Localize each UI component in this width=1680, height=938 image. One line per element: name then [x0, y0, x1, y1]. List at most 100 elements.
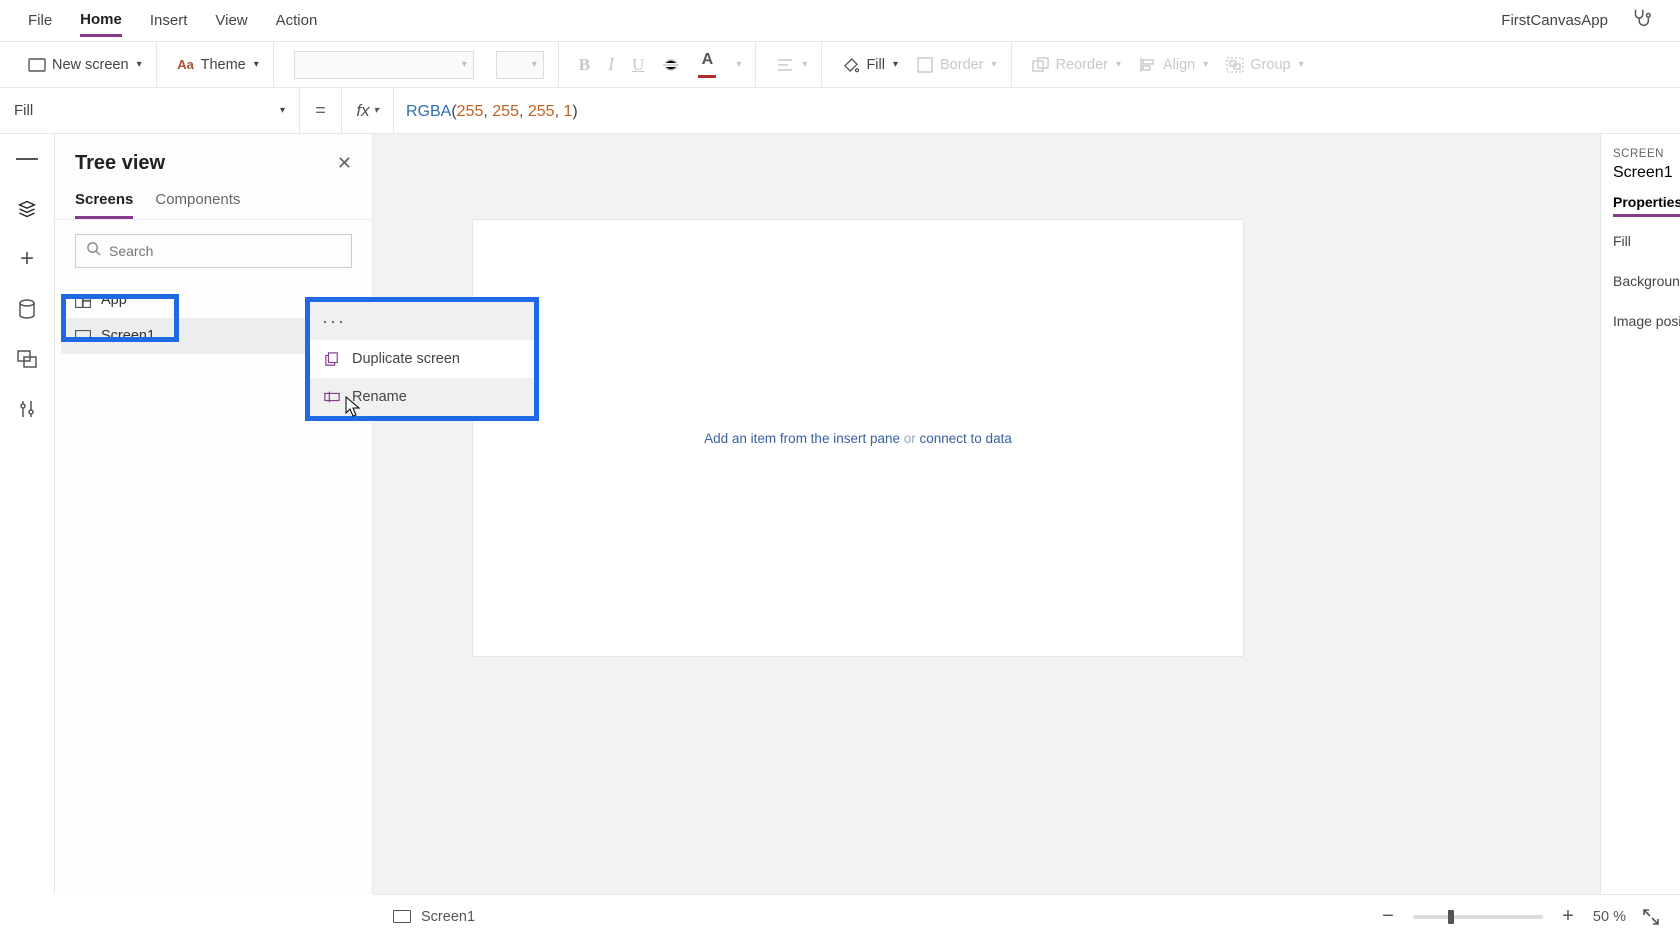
menu-file[interactable]: File	[28, 6, 52, 35]
theme-button[interactable]: Aa Theme ▾	[177, 56, 259, 74]
zoom-in-button[interactable]: +	[1559, 905, 1577, 928]
search-input-container[interactable]	[75, 234, 352, 268]
border-icon	[916, 56, 934, 74]
properties-panel: SCREEN Screen1 Properties Fill Backgroun…	[1600, 134, 1680, 894]
insert-icon[interactable]: +	[16, 248, 38, 270]
search-icon	[86, 241, 101, 261]
fill-button[interactable]: Fill ▾	[842, 56, 898, 74]
align-button[interactable]: Align ▾	[1139, 56, 1208, 74]
group-label: Group	[1250, 57, 1290, 73]
theme-label: Theme	[201, 57, 246, 73]
group-icon	[1226, 56, 1244, 74]
cursor-icon	[343, 395, 363, 424]
bold-button[interactable]: B	[579, 55, 590, 75]
formula-input[interactable]: RGBA(255, 255, 255, 1)	[394, 101, 1680, 121]
property-select[interactable]: Fill ▾	[0, 88, 300, 134]
property-fill[interactable]: Fill	[1613, 233, 1668, 249]
property-background[interactable]: Background	[1613, 273, 1668, 289]
align-label: Align	[1163, 57, 1195, 73]
reorder-label: Reorder	[1056, 57, 1108, 73]
text-align-button[interactable]: ▾	[776, 58, 807, 72]
tree-item-screen1-label: Screen1	[101, 328, 155, 344]
screen-icon	[28, 56, 46, 74]
underline-button[interactable]: U	[632, 55, 644, 75]
status-screen-label: Screen1	[421, 909, 475, 925]
canvas-hint-data-link[interactable]: connect to data	[920, 431, 1012, 446]
highlight-box-context-menu: ··· Duplicate screen Rename	[305, 297, 539, 421]
chevron-down-icon: ▾	[374, 105, 379, 116]
font-family-select[interactable]: ▾	[294, 51, 474, 79]
zoom-slider-thumb[interactable]	[1448, 910, 1454, 924]
properties-tab[interactable]: Properties	[1613, 194, 1680, 217]
font-color-bar	[698, 75, 716, 78]
menu-insert[interactable]: Insert	[150, 6, 188, 35]
chevron-down-icon: ▾	[802, 59, 807, 70]
canvas-hint: Add an item from the insert pane or conn…	[704, 431, 1012, 446]
menu-home[interactable]: Home	[80, 5, 122, 37]
chevron-down-icon: ▾	[1299, 59, 1304, 70]
advanced-tools-icon[interactable]	[16, 398, 38, 420]
menu-action[interactable]: Action	[276, 6, 318, 35]
properties-name: Screen1	[1613, 164, 1668, 182]
font-color-button[interactable]: A	[698, 52, 716, 78]
app-icon	[75, 294, 91, 306]
tree-view-icon[interactable]	[16, 198, 38, 220]
left-rail: +	[0, 134, 55, 894]
property-image-position[interactable]: Image posit	[1613, 313, 1668, 329]
tab-screens[interactable]: Screens	[75, 191, 133, 219]
font-color-a-icon: A	[702, 52, 714, 68]
zoom-out-button[interactable]: −	[1379, 905, 1397, 928]
close-icon[interactable]: ✕	[337, 153, 352, 174]
reorder-icon	[1032, 56, 1050, 74]
tree-view-title: Tree view	[75, 152, 165, 175]
fx-label: fx	[356, 101, 369, 121]
chevron-down-icon: ▾	[992, 59, 997, 70]
data-icon[interactable]	[16, 298, 38, 320]
chevron-down-icon: ▾	[280, 105, 285, 116]
font-size-select[interactable]: ▾	[496, 51, 544, 79]
new-screen-button[interactable]: New screen ▾	[28, 56, 142, 74]
formula-arg3: 255	[528, 103, 555, 120]
chevron-down-icon: ▾	[532, 59, 537, 70]
formula-fn: RGBA	[406, 103, 451, 120]
chevron-down-icon: ▾	[1116, 59, 1121, 70]
context-item-duplicate-label: Duplicate screen	[352, 351, 460, 367]
strikethrough-button[interactable]	[662, 58, 680, 72]
canvas-hint-or: or	[900, 431, 920, 446]
chevron-down-icon: ▾	[462, 59, 467, 70]
context-item-duplicate[interactable]: Duplicate screen	[310, 340, 534, 378]
canvas-hint-insert-link[interactable]: Add an item from the insert pane	[704, 431, 900, 446]
hamburger-icon[interactable]	[16, 148, 38, 170]
chevron-down-icon: ▾	[254, 59, 259, 70]
group-button[interactable]: Group ▾	[1226, 56, 1303, 74]
properties-type-label: SCREEN	[1613, 148, 1668, 160]
status-bar: Screen1 − + 50 %	[373, 894, 1680, 938]
chevron-down-icon: ▾	[1203, 59, 1208, 70]
formula-arg1: 255	[457, 103, 484, 120]
zoom-slider[interactable]	[1413, 915, 1543, 919]
italic-button[interactable]: I	[608, 54, 614, 75]
rename-icon	[324, 389, 340, 405]
align-icon	[1139, 56, 1157, 74]
tree-item-app-label: App	[101, 292, 127, 308]
reorder-button[interactable]: Reorder ▾	[1032, 56, 1121, 74]
fit-to-window-icon[interactable]	[1642, 908, 1660, 926]
ellipsis-icon: ···	[322, 311, 346, 332]
canvas-screen[interactable]: Add an item from the insert pane or conn…	[473, 220, 1243, 656]
property-select-label: Fill	[14, 102, 33, 119]
fx-button[interactable]: fx ▾	[342, 88, 394, 134]
paint-bucket-icon	[842, 56, 860, 74]
equals-label: =	[300, 88, 342, 134]
tree-view-panel: Tree view ✕ Screens Components App	[55, 134, 373, 894]
media-icon[interactable]	[16, 348, 38, 370]
context-menu-header: ···	[310, 302, 534, 340]
menu-view[interactable]: View	[215, 6, 247, 35]
duplicate-icon	[324, 351, 340, 367]
search-input[interactable]	[109, 243, 341, 259]
tab-components[interactable]: Components	[155, 191, 240, 219]
diagnostics-icon[interactable]	[1630, 7, 1652, 34]
app-name-label: FirstCanvasApp	[1501, 12, 1608, 29]
border-button[interactable]: Border ▾	[916, 56, 997, 74]
screen-icon	[393, 910, 411, 923]
chevron-down-icon: ▾	[137, 59, 142, 70]
